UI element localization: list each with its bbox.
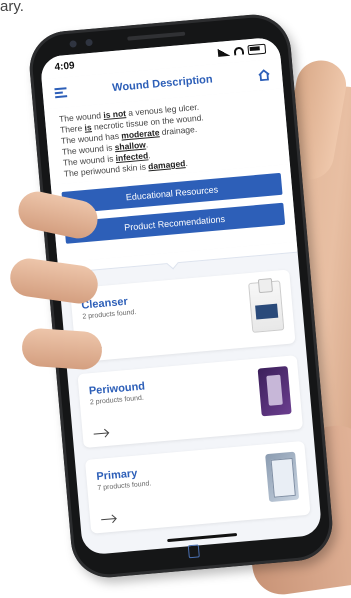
earpiece-speaker (127, 31, 186, 41)
page-title: Wound Description (111, 73, 214, 95)
signal-icon (217, 47, 231, 57)
status-icons (217, 43, 267, 58)
background-caption-text: ary. (0, 0, 24, 15)
arrow-right-icon[interactable] (92, 428, 111, 440)
product-thumbnail (257, 365, 292, 417)
home-icon[interactable] (258, 68, 271, 82)
hand-finger (20, 327, 104, 371)
camera-lens (85, 38, 93, 47)
arrow-right-icon[interactable] (100, 513, 119, 525)
status-time: 4:09 (54, 59, 75, 73)
category-card-periwound[interactable]: Periwound 2 products found. (77, 355, 304, 449)
camera-lens (69, 40, 77, 48)
product-thumbnail (265, 451, 300, 503)
battery-icon (247, 43, 267, 56)
category-card-cleanser[interactable]: Cleanser 2 products found. (69, 269, 296, 363)
product-thumbnail (248, 280, 285, 333)
recents-button-icon[interactable] (187, 544, 200, 559)
category-card-primary[interactable]: Primary 7 products found. (84, 440, 311, 534)
wifi-icon (233, 46, 245, 56)
product-category-list: Cleanser 2 products found. Periwound 2 p… (59, 253, 323, 556)
menu-icon[interactable] (54, 85, 68, 100)
